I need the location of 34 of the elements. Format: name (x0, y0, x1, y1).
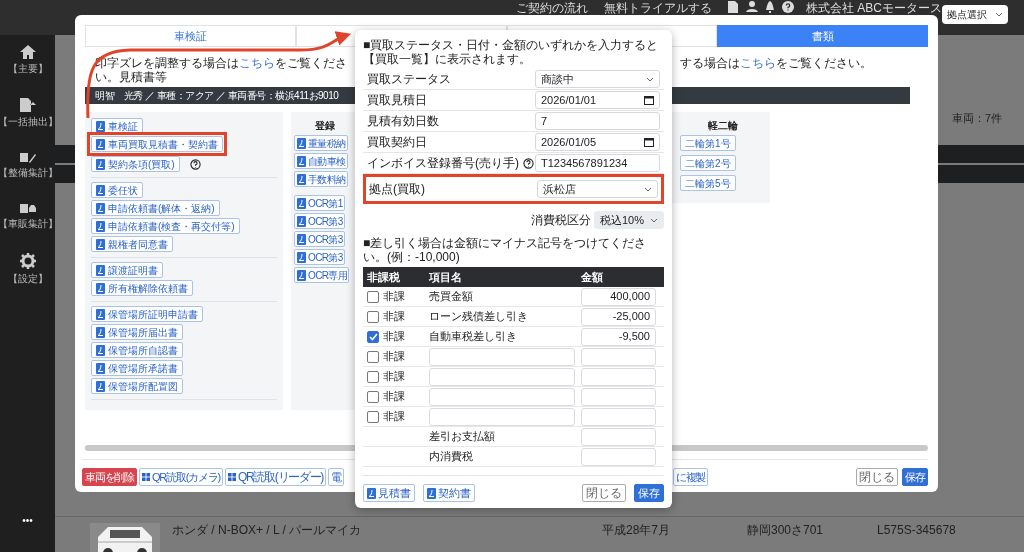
total-label: 内消費税 (429, 449, 474, 465)
column-header: 非課税 (367, 269, 401, 285)
field-label: 見積有効日数 (367, 113, 439, 130)
checkbox-label: 非課 (383, 409, 405, 425)
notice-text: ■差し引く場合は金額にマイナス記号をつけてください。(例：-10,000) (363, 236, 648, 264)
item-name: 自動車税差し引き (429, 329, 518, 345)
notice-text: する場合はこちら をご覧ください。 (680, 57, 872, 69)
checkbox-label: 非課 (383, 309, 405, 325)
company-name: 株式会社 ABCモータース (806, 1, 942, 15)
panel-heading: 軽二輪 (707, 119, 739, 133)
plate-number: 静岡300さ701 (747, 522, 825, 539)
first-registration: 平成28年7月 (602, 522, 672, 539)
panel-heading: 登録 (313, 119, 336, 133)
field-label: 買取見積日 (367, 92, 427, 109)
owner-bar: 明智 光秀 ／ 車種：アクア ／ 車両番号：横浜411お9010 (85, 87, 355, 104)
total-label: 差引お支払額 (429, 429, 496, 445)
column-header: 項目名 (429, 269, 463, 285)
checkbox-label: 非課 (383, 289, 405, 305)
field-label: 消費税区分 (530, 212, 591, 229)
checkbox-label: 非課 (383, 349, 405, 365)
checkbox-label: 非課 (383, 369, 405, 385)
field-label: 買取ステータス (367, 71, 451, 88)
vehicle-name: ホンダ / N-BOX+ / L / パールマイカ (172, 522, 363, 539)
notice-text: ■買取ステータス・日付・金額のいずれかを入力すると【買取一覧】に表示されます。 (363, 38, 660, 66)
field-label: インボイス登録番号(売り手) (367, 155, 519, 172)
field-label: 拠点(買取) (369, 181, 425, 198)
item-name: 売買金額 (429, 289, 474, 305)
chassis-number: L575S-345678 (877, 522, 956, 539)
item-name: ローン残債差し引き (429, 309, 529, 325)
field-label: 買取契約日 (367, 134, 427, 151)
column-header: 金額 (581, 269, 604, 285)
checkbox-label: 非課 (383, 389, 405, 405)
checkbox-label: 非課 (383, 329, 405, 345)
vehicle-count: 車両：7件 (951, 112, 1002, 124)
